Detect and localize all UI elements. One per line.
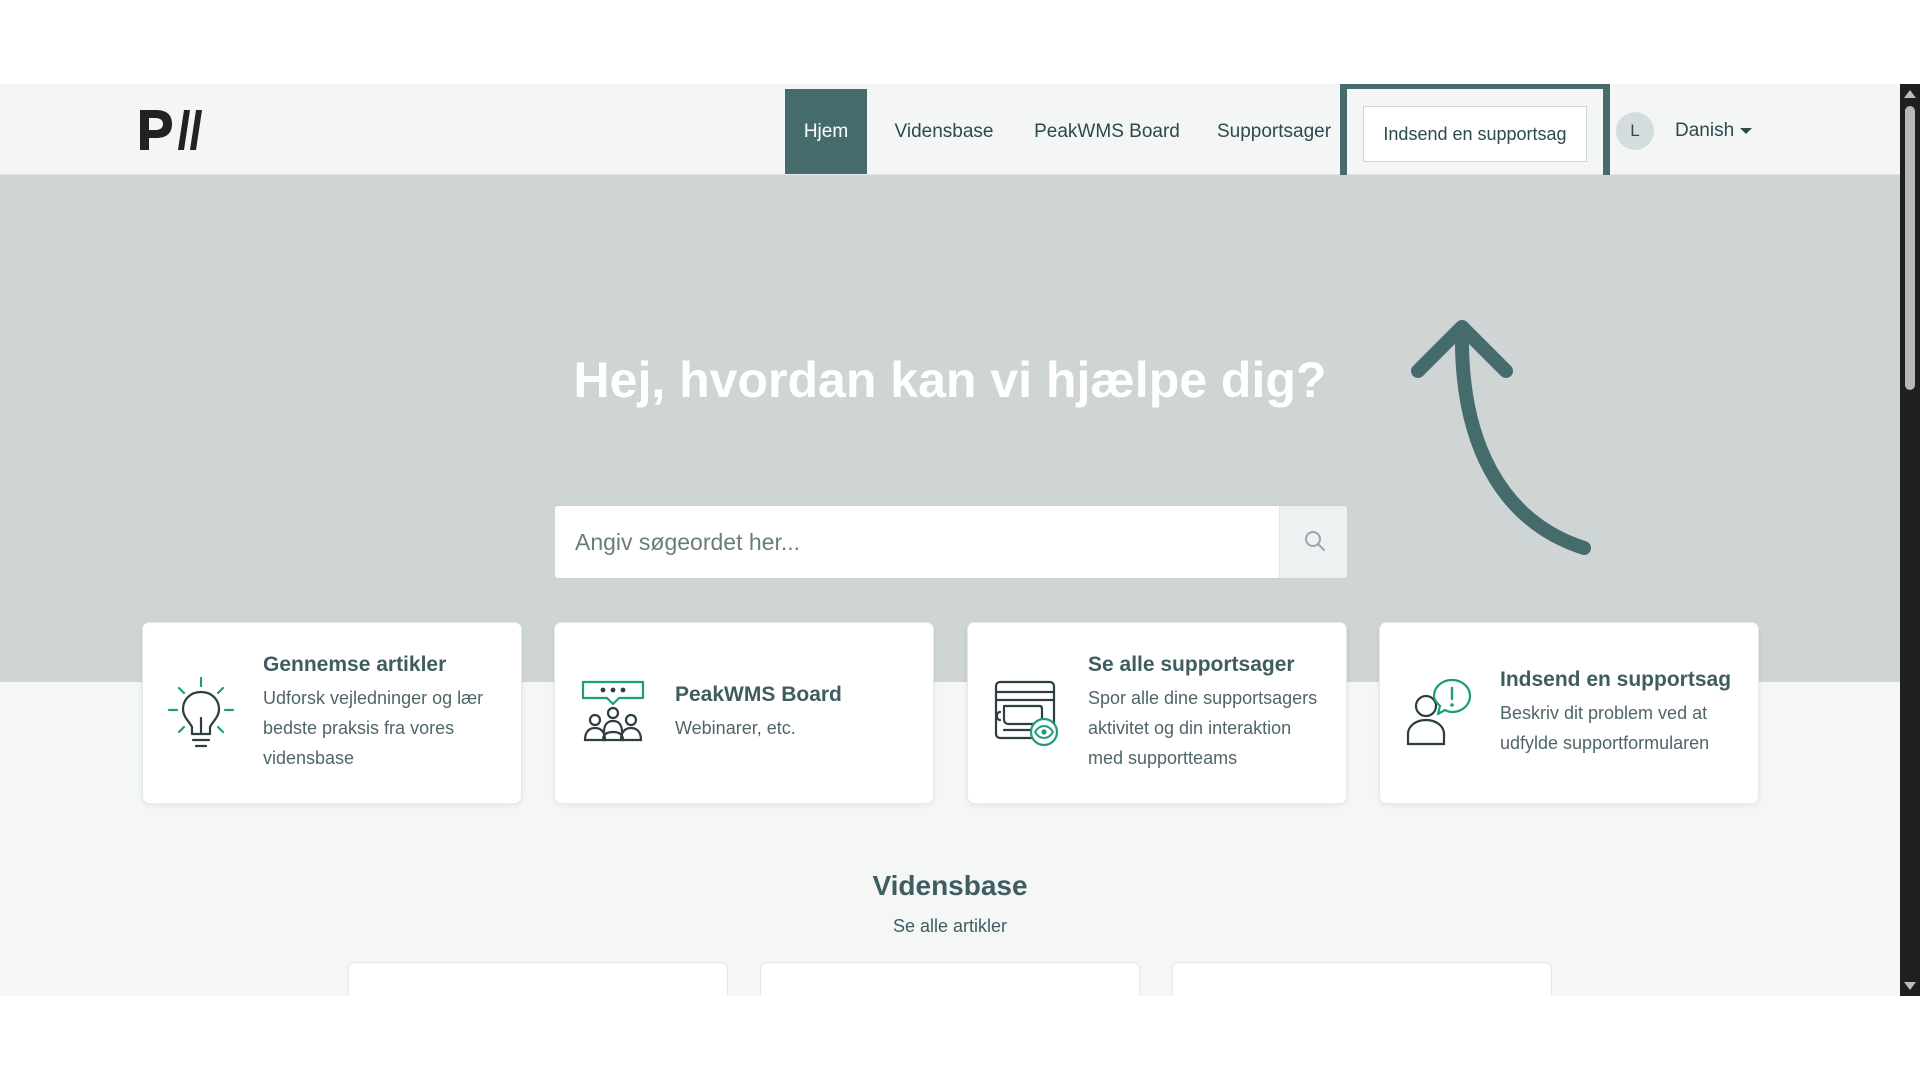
tickets-view-icon — [994, 680, 1059, 747]
site-header: Hjem Vidensbase PeakWMS Board Supportsag… — [0, 84, 1900, 186]
card-description: Webinarer, etc. — [675, 718, 796, 738]
card-description: Udforsk vejledninger og lær bedste praks… — [263, 688, 484, 768]
card-title: Gennemse artikler — [263, 653, 447, 676]
card-title: PeakWMS Board — [675, 683, 842, 706]
search-bar — [554, 505, 1348, 579]
search-button[interactable] — [1279, 506, 1347, 578]
card-description: Beskriv dit problem ved at udfylde suppo… — [1500, 703, 1710, 753]
card-browse-articles[interactable]: Gennemse artikler Udforsk vejledninger o… — [142, 622, 522, 804]
scroll-down-icon[interactable] — [1904, 982, 1916, 990]
search-input[interactable] — [555, 506, 1279, 578]
nav-tab-vidensbase[interactable]: Vidensbase — [884, 89, 1004, 174]
kb-article-card[interactable] — [1172, 962, 1552, 996]
knowledge-base-heading: Vidensbase — [872, 870, 1028, 901]
language-dropdown[interactable]: Danish — [1675, 112, 1753, 150]
kb-article-card[interactable] — [760, 962, 1140, 996]
hero-title: Hej, hvordan kan vi hjælpe dig? — [573, 352, 1327, 408]
community-chat-icon — [581, 680, 645, 742]
pw-logo[interactable] — [138, 106, 204, 154]
hero-section: Hej, hvordan kan vi hjælpe dig? — [0, 175, 1900, 682]
card-view-tickets[interactable]: Se alle supportsager Spor alle dine supp… — [967, 622, 1347, 804]
lightbulb-icon — [167, 676, 235, 748]
caret-down-icon — [1740, 127, 1753, 134]
scrollbar-thumb[interactable] — [1905, 106, 1915, 390]
user-avatar[interactable]: L — [1616, 112, 1654, 150]
card-description: Spor alle dine supportsagers aktivitet o… — [1088, 688, 1318, 768]
card-title: Indsend en supportsag — [1500, 668, 1732, 691]
search-icon — [1304, 530, 1325, 551]
nav-tab-hjem[interactable]: Hjem — [785, 89, 867, 174]
see-all-articles-link[interactable]: Se alle artikler — [0, 916, 1900, 937]
scroll-up-icon[interactable] — [1904, 90, 1916, 98]
card-title: Se alle supportsager — [1088, 653, 1295, 676]
language-label: Danish — [1675, 120, 1735, 141]
nav-tab-peakwms-board[interactable]: PeakWMS Board — [1028, 89, 1186, 174]
submit-ticket-button[interactable]: Indsend en supportsag — [1363, 106, 1587, 162]
browser-viewport: Hjem Vidensbase PeakWMS Board Supportsag… — [0, 84, 1920, 996]
nav-tab-supportsager[interactable]: Supportsager — [1210, 89, 1338, 174]
card-peakwms-board[interactable]: PeakWMS Board Webinarer, etc. — [554, 622, 934, 804]
card-submit-ticket[interactable]: Indsend en supportsag Beskriv dit proble… — [1379, 622, 1759, 804]
curved-arrow-annotation-icon — [1411, 320, 1591, 555]
kb-article-card[interactable] — [348, 962, 728, 996]
vertical-scrollbar[interactable] — [1900, 84, 1920, 996]
user-alert-icon — [1406, 678, 1472, 746]
